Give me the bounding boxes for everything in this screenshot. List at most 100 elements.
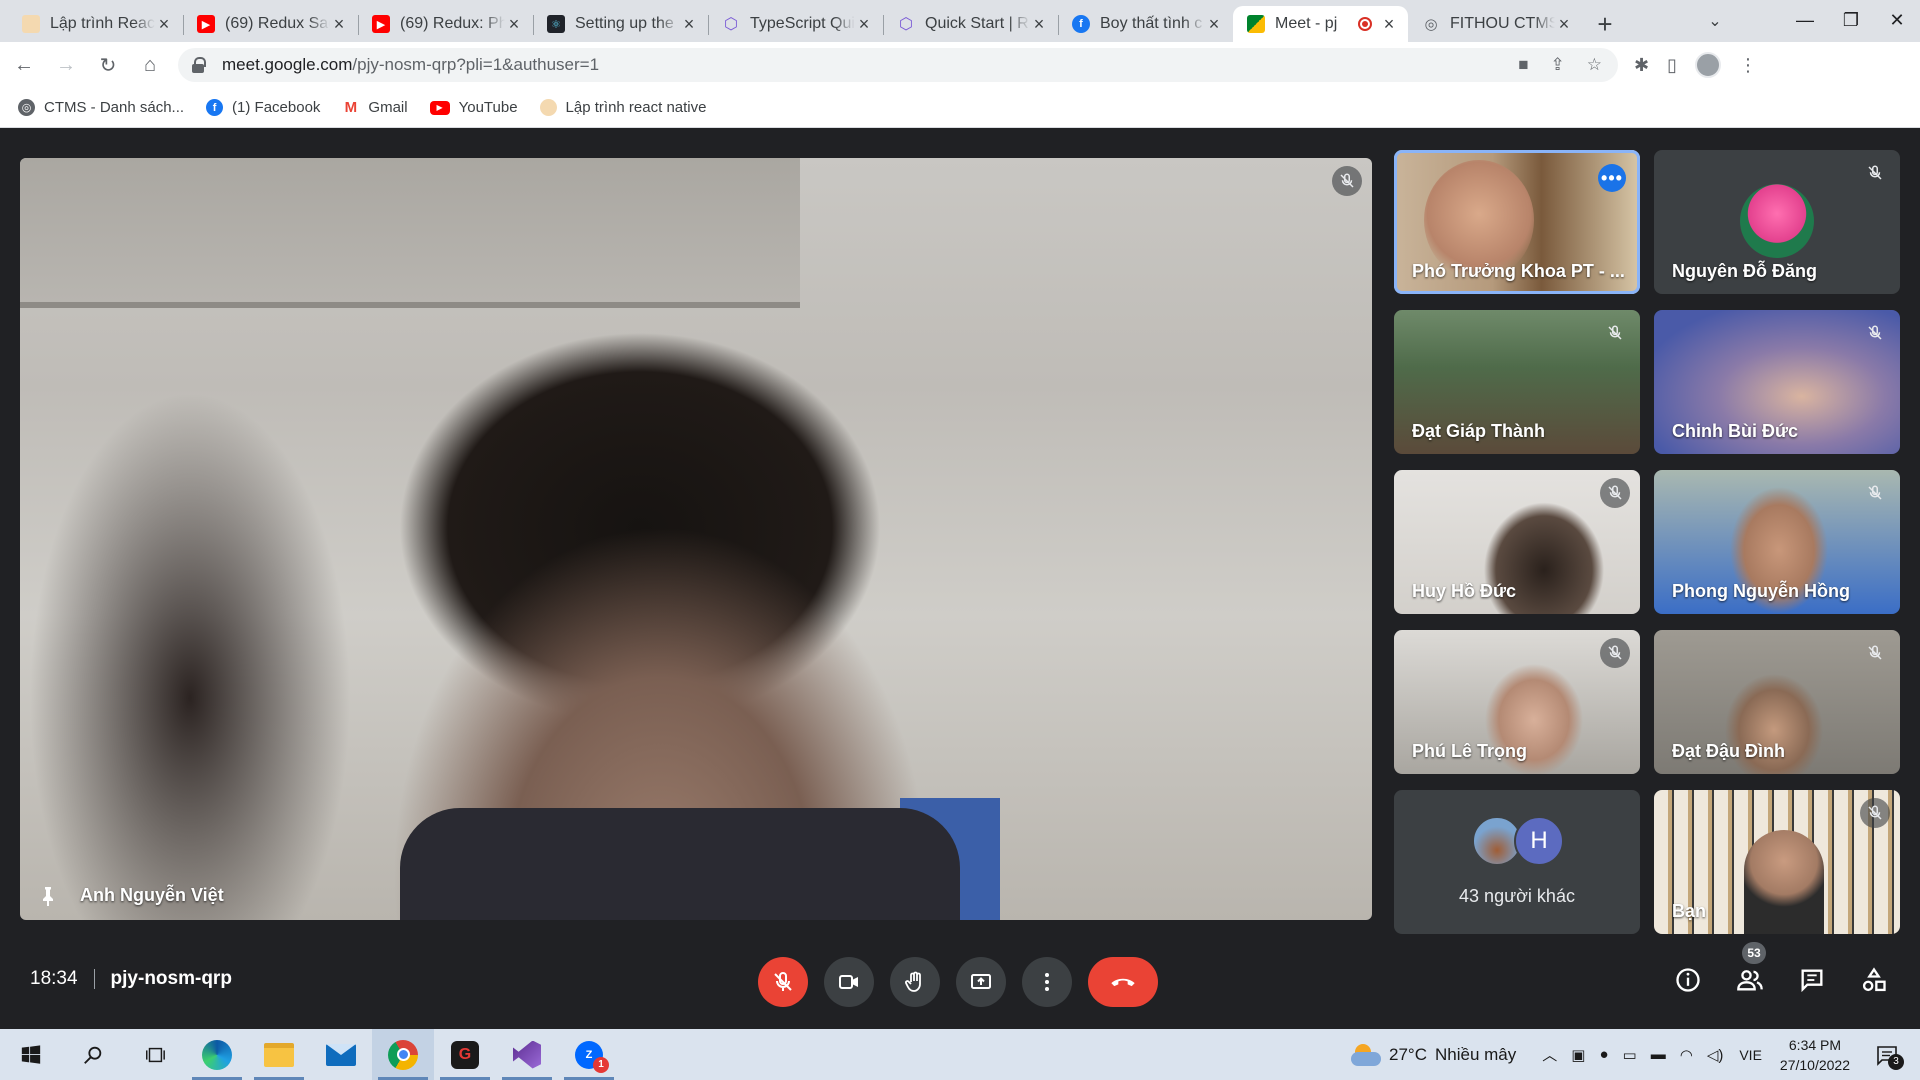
more-vert-icon: [1045, 973, 1049, 991]
participant-tile[interactable]: Đạt Giáp Thành: [1394, 310, 1640, 454]
close-tab-icon[interactable]: ×: [155, 14, 173, 35]
close-tab-icon[interactable]: ×: [855, 14, 873, 35]
browser-tab[interactable]: ▶ (69) Redux Saga ×: [183, 6, 358, 42]
bookmark-ctms[interactable]: ◎ CTMS - Danh sách...: [18, 99, 184, 116]
tab-search-icon[interactable]: ⌄: [1700, 6, 1730, 36]
taskbar-zalo[interactable]: Z 1: [558, 1029, 620, 1080]
browser-tab[interactable]: ⬡ TypeScript Qui ×: [708, 6, 883, 42]
back-icon[interactable]: ←: [6, 47, 42, 83]
camera-tray-icon[interactable]: ▣: [1571, 1046, 1585, 1064]
new-tab-button[interactable]: +: [1587, 6, 1623, 42]
weather-widget[interactable]: 27°C Nhiều mây: [1351, 1043, 1516, 1066]
meeting-details-button[interactable]: [1672, 964, 1704, 996]
volume-icon[interactable]: ◁): [1707, 1046, 1724, 1064]
browser-tab[interactable]: ⚛ Setting up the ×: [533, 6, 708, 42]
mic-off-icon: [1600, 638, 1630, 668]
task-view-button[interactable]: [124, 1029, 186, 1080]
browser-tab[interactable]: ◎ FITHOU CTMS ×: [1408, 6, 1583, 42]
tab-title: FITHOU CTMS: [1450, 15, 1555, 32]
bookmark-youtube[interactable]: ▶ YouTube: [429, 99, 518, 116]
chrome-menu-icon[interactable]: ⋮: [1739, 55, 1757, 76]
share-icon[interactable]: ⇪: [1551, 55, 1565, 75]
profile-avatar[interactable]: [1695, 52, 1721, 78]
mic-off-icon: [1860, 318, 1890, 348]
taskbar-mail[interactable]: [310, 1029, 372, 1080]
bookmark-react-native[interactable]: Lập trình react native: [539, 99, 706, 116]
tab-title: TypeScript Qui: [750, 15, 855, 32]
activities-button[interactable]: [1858, 964, 1890, 996]
taskbar-visual-studio[interactable]: [496, 1029, 558, 1080]
browser-tab[interactable]: f Boy thất tình c ×: [1058, 6, 1233, 42]
close-window-icon[interactable]: ✕: [1874, 0, 1920, 40]
participant-tile[interactable]: Nguyên Đỗ Đăng: [1654, 150, 1900, 294]
participant-tile[interactable]: Đạt Đậu Đình: [1654, 630, 1900, 774]
notifications-button[interactable]: 3: [1872, 1040, 1904, 1070]
lock-icon[interactable]: [192, 57, 206, 73]
participant-name: Bạn: [1672, 901, 1707, 921]
side-panel-icon[interactable]: ▯: [1667, 55, 1677, 76]
display-icon[interactable]: ▭: [1623, 1046, 1637, 1064]
minimize-icon[interactable]: —: [1782, 0, 1828, 40]
battery-icon[interactable]: ▬: [1651, 1046, 1666, 1063]
extensions-icon[interactable]: ✱: [1634, 55, 1649, 76]
home-icon[interactable]: ⌂: [132, 47, 168, 83]
wifi-icon[interactable]: ◠: [1680, 1046, 1693, 1064]
chevron-up-icon[interactable]: ︿: [1542, 1044, 1557, 1065]
reload-icon[interactable]: ↻: [90, 47, 126, 83]
taskbar-garena[interactable]: G: [434, 1029, 496, 1080]
toggle-camera-button[interactable]: [824, 957, 874, 1007]
people-button[interactable]: 53: [1734, 942, 1766, 996]
close-tab-icon[interactable]: ×: [1555, 14, 1573, 35]
browser-tab[interactable]: Lập trình React ×: [8, 6, 183, 42]
raise-hand-button[interactable]: [890, 957, 940, 1007]
divider: [93, 969, 95, 989]
main-video-tile[interactable]: Anh Nguyễn Việt: [20, 158, 1372, 920]
browser-tab-active[interactable]: Meet - pj ×: [1233, 6, 1408, 42]
taskbar-chrome[interactable]: [372, 1029, 434, 1080]
taskbar-edge[interactable]: [186, 1029, 248, 1080]
browser-tab[interactable]: ⬡ Quick Start | R ×: [883, 6, 1058, 42]
maximize-icon[interactable]: ❐: [1828, 0, 1874, 40]
participant-tile[interactable]: Phong Nguyễn Hồng: [1654, 470, 1900, 614]
bookmark-gmail[interactable]: M Gmail: [342, 99, 408, 116]
bookmark-label: (1) Facebook: [232, 99, 321, 116]
taskbar-clock[interactable]: 6:34 PM 27/10/2022: [1780, 1035, 1850, 1075]
meet-stage: Anh Nguyễn Việt ••• Phó Trưởng Khoa PT -…: [0, 128, 1920, 1029]
close-tab-icon[interactable]: ×: [680, 14, 698, 35]
participant-tile[interactable]: Huy Hồ Đức: [1394, 470, 1640, 614]
clock-date: 27/10/2022: [1779, 1056, 1850, 1073]
close-tab-icon[interactable]: ×: [1205, 14, 1223, 35]
bookmark-facebook[interactable]: f (1) Facebook: [206, 99, 320, 116]
close-tab-icon[interactable]: ×: [330, 14, 348, 35]
leave-call-button[interactable]: [1088, 957, 1158, 1007]
forward-icon[interactable]: →: [48, 47, 84, 83]
participant-avatar: H: [1514, 816, 1564, 866]
present-screen-button[interactable]: [956, 957, 1006, 1007]
bookmark-label: CTMS - Danh sách...: [44, 99, 185, 116]
other-participants-tile[interactable]: H 43 người khác: [1394, 790, 1640, 934]
youtube-icon: ▶: [429, 100, 450, 115]
more-options-icon[interactable]: •••: [1598, 164, 1626, 192]
taskbar-file-explorer[interactable]: [248, 1029, 310, 1080]
more-options-button[interactable]: [1022, 957, 1072, 1007]
start-button[interactable]: [0, 1029, 62, 1080]
chat-button[interactable]: [1796, 964, 1828, 996]
close-tab-icon[interactable]: ×: [505, 14, 523, 35]
language-indicator[interactable]: VIE: [1739, 1047, 1762, 1063]
close-tab-icon[interactable]: ×: [1380, 14, 1398, 35]
participant-tile[interactable]: Phú Lê Trọng: [1394, 630, 1640, 774]
close-tab-icon[interactable]: ×: [1030, 14, 1048, 35]
microphone-tray-icon[interactable]: ●: [1599, 1046, 1608, 1063]
search-button[interactable]: [62, 1029, 124, 1080]
participant-tile[interactable]: ••• Phó Trưởng Khoa PT - ...: [1394, 150, 1640, 294]
bookmark-star-icon[interactable]: ☆: [1587, 55, 1602, 75]
participant-tile[interactable]: Chinh Bùi Đức: [1654, 310, 1900, 454]
address-bar[interactable]: meet.google.com/pjy-nosm-qrp?pli=1&authu…: [178, 48, 1618, 82]
self-view-tile[interactable]: Bạn: [1654, 790, 1900, 934]
pin-icon[interactable]: [36, 884, 60, 908]
camera-in-use-icon[interactable]: ■: [1518, 55, 1528, 75]
video-person: [1744, 830, 1824, 934]
toggle-mic-button[interactable]: [758, 957, 808, 1007]
recording-icon: [1358, 17, 1372, 31]
browser-tab[interactable]: ▶ (69) Redux: Ph ×: [358, 6, 533, 42]
